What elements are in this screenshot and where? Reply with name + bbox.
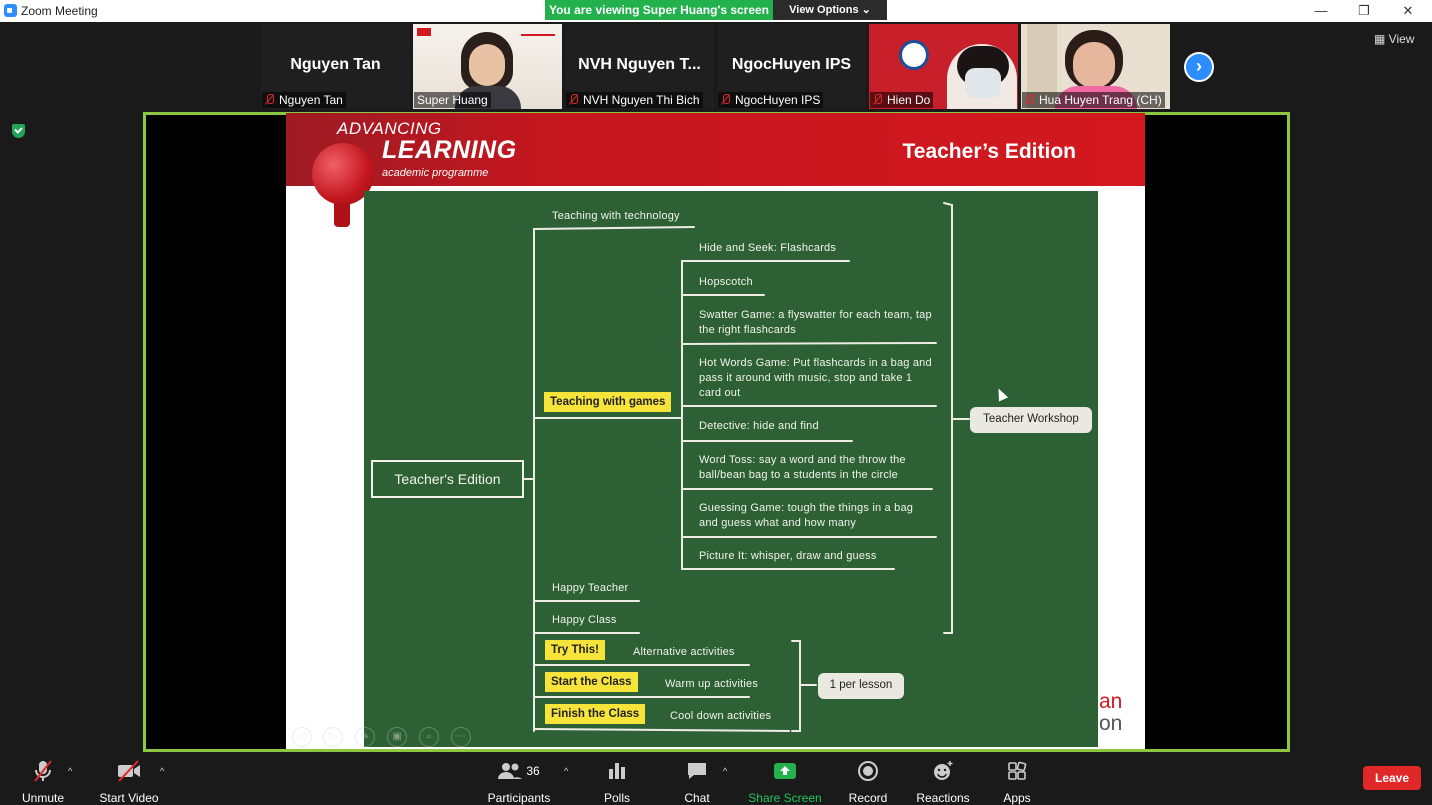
participant-tile[interactable]: Super Huang <box>413 24 562 109</box>
participant-label: Super Huang <box>414 92 491 108</box>
participant-tile[interactable]: NgocHuyen IPS NgocHuyen IPS <box>717 24 866 109</box>
participant-label: NVH Nguyen Thi Bich <box>566 92 703 108</box>
participant-tile[interactable]: NVH Nguyen T... NVH Nguyen Thi Bich <box>565 24 714 109</box>
viewing-share-banner: You are viewing Super Huang's screen <box>545 0 773 20</box>
view-options-button[interactable]: View Options ⌄ <box>773 0 887 20</box>
grid-icon: ▦ <box>1374 32 1389 46</box>
reactions-button[interactable]: Reactions <box>914 759 972 805</box>
share-screen-icon <box>748 759 822 783</box>
branch-start-the-class: Start the Class <box>545 672 638 692</box>
branch-happy-teacher: Happy Teacher <box>552 582 629 594</box>
game-item: Hot Words Game: Put flashcards in a bag … <box>699 357 932 399</box>
participants-icon: 36 <box>486 759 552 783</box>
brand-text-fragment: on <box>1099 712 1123 735</box>
game-item: Guessing Game: tough the things in a bag… <box>699 502 914 529</box>
restore-button[interactable]: ❐ <box>1342 0 1386 22</box>
participant-name-large: NVH Nguyen T... <box>578 56 701 73</box>
participant-name-large: NgocHuyen IPS <box>731 56 852 73</box>
previous-slide-icon[interactable]: ◁ <box>292 727 312 747</box>
participant-label: Nguyen Tan <box>262 92 346 108</box>
record-button[interactable]: Record <box>848 759 888 805</box>
window-title: Zoom Meeting <box>21 4 98 18</box>
logo-subtitle: academic programme <box>382 167 489 179</box>
reactions-icon <box>914 759 972 783</box>
participants-options-caret[interactable]: ^ <box>564 766 568 776</box>
more-icon[interactable]: ⋯ <box>451 727 471 747</box>
warm-up-activities-label: Warm up activities <box>665 678 759 690</box>
audio-options-caret[interactable]: ^ <box>68 766 72 776</box>
unmute-button[interactable]: Unmute <box>18 759 68 805</box>
cool-down-activities-label: Cool down activities <box>670 710 772 722</box>
bulb-base <box>334 203 350 227</box>
game-item: Picture It: whisper, draw and guess <box>699 550 877 562</box>
share-screen-button[interactable]: Share Screen <box>748 759 822 805</box>
branch-teaching-with-games: Teaching with games <box>544 392 672 412</box>
game-item: Detective: hide and find <box>699 420 819 432</box>
slide-header: ADVANCING LEARNING academic programme Te… <box>286 113 1145 186</box>
chalkboard-mindmap: Teacher's Edition Teaching with technolo… <box>364 191 1098 747</box>
polls-button[interactable]: Polls <box>598 759 636 805</box>
video-off-icon <box>98 759 160 783</box>
apps-icon <box>998 759 1036 783</box>
participant-label: NgocHuyen IPS <box>718 92 824 108</box>
participant-tile[interactable]: Hua Huyen Trang (CH) <box>1021 24 1170 109</box>
leave-button[interactable]: Leave <box>1363 766 1421 790</box>
chat-options-caret[interactable]: ^ <box>723 766 727 776</box>
security-shield-icon[interactable] <box>12 124 25 138</box>
mic-muted-icon <box>569 94 578 105</box>
next-slide-icon[interactable]: ▷ <box>323 727 343 747</box>
video-options-caret[interactable]: ^ <box>160 766 164 776</box>
zoom-icon[interactable]: ⌕ <box>419 727 439 747</box>
mic-muted-icon <box>721 94 730 105</box>
alternative-activities-label: Alternative activities <box>633 646 735 658</box>
presentation-slide: ADVANCING LEARNING academic programme Te… <box>286 113 1145 749</box>
chat-button[interactable]: Chat <box>678 759 716 805</box>
mic-muted-icon <box>265 94 274 105</box>
game-item: Hide and Seek: Flashcards <box>699 242 837 254</box>
game-item: Hopscotch <box>699 276 753 288</box>
pen-icon[interactable]: ✎ <box>355 727 375 747</box>
branch-teaching-with-technology: Teaching with technology <box>552 210 680 222</box>
mic-muted-icon <box>873 94 882 105</box>
zoom-app-icon <box>4 4 17 17</box>
participants-button[interactable]: 36 Participants <box>486 759 552 805</box>
participant-tile[interactable]: Hien Do <box>869 24 1018 109</box>
start-video-button[interactable]: Start Video <box>98 759 160 805</box>
mindmap-root: Teacher's Edition <box>371 460 524 498</box>
participant-name-large: Nguyen Tan <box>290 56 381 73</box>
participant-label: Hien Do <box>870 92 934 108</box>
game-item: Word Toss: say a word and the throw the … <box>699 454 906 481</box>
participant-count: 36 <box>526 764 540 778</box>
meeting-toolbar <box>0 753 1432 803</box>
view-layout-button[interactable]: ▦ View <box>1374 29 1424 49</box>
participant-label: Hua Huyen Trang (CH) <box>1022 92 1165 108</box>
branch-try-this: Try This! <box>545 640 605 660</box>
record-icon <box>848 759 888 783</box>
per-lesson-cloud: 1 per lesson <box>818 673 904 699</box>
slide-title: Teacher’s Edition <box>902 140 1077 163</box>
brand-text-fragment: an <box>1099 690 1123 713</box>
slides-icon[interactable]: ▣ <box>387 727 407 747</box>
close-button[interactable]: ✕ <box>1386 0 1430 22</box>
game-item: Swatter Game: a flyswatter for each team… <box>699 309 932 336</box>
mic-muted-icon <box>1025 94 1034 105</box>
polls-icon <box>598 759 636 783</box>
mic-muted-icon <box>18 759 68 783</box>
teacher-workshop-cloud: Teacher Workshop <box>970 407 1092 433</box>
chat-icon <box>678 759 716 783</box>
branch-finish-the-class: Finish the Class <box>545 704 646 724</box>
logo-learning: LEARNING <box>382 136 517 164</box>
branch-happy-class: Happy Class <box>552 614 617 626</box>
minimize-button[interactable]: — <box>1299 0 1343 22</box>
apps-button[interactable]: Apps <box>998 759 1036 805</box>
participant-tile[interactable]: Nguyen Tan Nguyen Tan <box>261 24 410 109</box>
next-page-button[interactable]: › <box>1184 52 1214 82</box>
